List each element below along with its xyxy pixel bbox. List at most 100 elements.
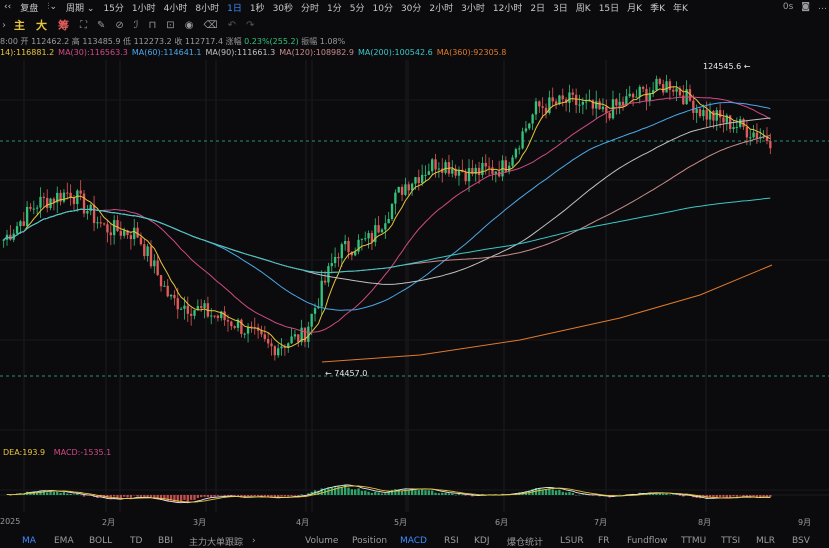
dea-value: DEA:193.9: [3, 448, 46, 457]
candle-body: [46, 197, 49, 208]
candle-body: [534, 101, 538, 115]
tab-td[interactable]: TD: [130, 536, 142, 546]
macd-bar: [400, 490, 404, 495]
macd-bar: [126, 495, 129, 498]
tab-ttmu[interactable]: TTMU: [681, 536, 706, 546]
macd-bar: [464, 495, 467, 496]
tab-ema[interactable]: EMA: [54, 536, 74, 546]
tab-fr[interactable]: FR: [598, 536, 609, 546]
macd-bar: [417, 490, 420, 495]
macd-bar: [551, 489, 554, 495]
macd-bar: [444, 492, 447, 495]
candle-body: [193, 310, 196, 316]
candle-body: [62, 192, 66, 202]
macd-bar: [725, 495, 728, 498]
candle-body: [29, 206, 32, 209]
x-label-2025: 2025: [0, 517, 21, 526]
macd-bar: [216, 495, 220, 496]
candle-body: [608, 113, 611, 119]
candle-body: [200, 306, 203, 308]
candle-body: [169, 294, 173, 297]
candle-body: [327, 266, 330, 283]
candle-body: [718, 110, 722, 118]
candle-body: [290, 336, 293, 344]
candle-body: [641, 86, 645, 89]
macd-bar: [651, 494, 655, 495]
tabs-next-icon[interactable]: ›: [252, 536, 256, 546]
macd-bar: [166, 495, 169, 502]
macd-bar: [146, 495, 149, 497]
candle-body: [186, 305, 189, 314]
ma-360-line: [321, 264, 773, 363]
candle-body: [260, 330, 263, 335]
candle-body: [340, 244, 343, 259]
tab-macd[interactable]: MACD: [400, 536, 427, 546]
indicator-tabs: MA EMA BOLL TD BBI 主力大单跟踪 › Volume Posit…: [0, 534, 829, 548]
candle-body: [370, 233, 374, 243]
macd-bar: [340, 486, 343, 495]
tab-boll[interactable]: BOLL: [89, 536, 112, 546]
tab-ttsi[interactable]: TTSI: [721, 536, 740, 546]
tab-kdj[interactable]: KDJ: [474, 536, 490, 546]
candle-body: [618, 101, 621, 106]
candle-body: [223, 311, 226, 321]
candle-body: [179, 308, 183, 310]
candle-body: [621, 101, 625, 105]
macd-bar: [364, 490, 367, 495]
tab-position[interactable]: Position: [352, 536, 387, 546]
macd-bar: [662, 493, 665, 495]
candle-body: [270, 343, 273, 347]
macd-bar: [374, 491, 377, 495]
macd-bar: [203, 495, 206, 497]
low-price-value: 74457.0: [334, 369, 368, 378]
macd-bar: [420, 489, 424, 495]
macd-bar: [434, 492, 437, 495]
candle-body: [518, 148, 521, 150]
candle-body: [434, 159, 437, 170]
candle-body: [123, 230, 126, 236]
macd-bar: [390, 489, 394, 495]
candle-body: [615, 99, 618, 106]
macd-bar: [253, 495, 256, 497]
tab-lsur[interactable]: LSUR: [560, 536, 584, 546]
candle-body: [444, 162, 447, 173]
macd-bar: [451, 493, 454, 495]
candle-body: [742, 119, 745, 127]
candle-body: [230, 321, 233, 327]
macd-bar: [66, 493, 69, 495]
candle-body: [400, 186, 404, 195]
candle-body: [397, 186, 400, 193]
tab-volume[interactable]: Volume: [305, 536, 338, 546]
macd-bar: [384, 493, 387, 495]
macd-bar: [752, 495, 755, 497]
price-chart[interactable]: [0, 0, 829, 548]
candle-body: [343, 241, 347, 245]
macd-bar: [270, 495, 273, 497]
candle-body: [665, 81, 668, 93]
candle-body: [32, 208, 35, 210]
candle-body: [273, 346, 277, 356]
macd-bar: [762, 495, 765, 497]
macd-bar: [578, 494, 581, 496]
candle-body: [541, 106, 544, 108]
candle-body: [698, 109, 702, 117]
macd-bar: [360, 490, 364, 495]
tab-ma[interactable]: MA: [22, 536, 36, 546]
candle-body: [514, 149, 518, 158]
macd-bar: [678, 495, 682, 496]
tab-liquidation[interactable]: 爆仓统计: [507, 535, 543, 548]
candle-body: [159, 275, 163, 287]
macd-bar: [193, 495, 196, 500]
tab-fundflow[interactable]: Fundflow: [627, 536, 667, 546]
tab-mlr[interactable]: MLR: [756, 536, 775, 546]
macd-bar: [206, 495, 210, 498]
tab-rsi[interactable]: RSI: [444, 536, 459, 546]
candle-body: [297, 334, 300, 343]
tab-bbi[interactable]: BBI: [158, 536, 173, 546]
candle-body: [628, 93, 631, 97]
tab-main-force[interactable]: 主力大单跟踪: [189, 535, 243, 548]
candle-body: [417, 177, 420, 183]
candle-body: [524, 128, 528, 132]
candle-body: [722, 117, 725, 123]
tab-bsv[interactable]: BSV: [792, 536, 810, 546]
